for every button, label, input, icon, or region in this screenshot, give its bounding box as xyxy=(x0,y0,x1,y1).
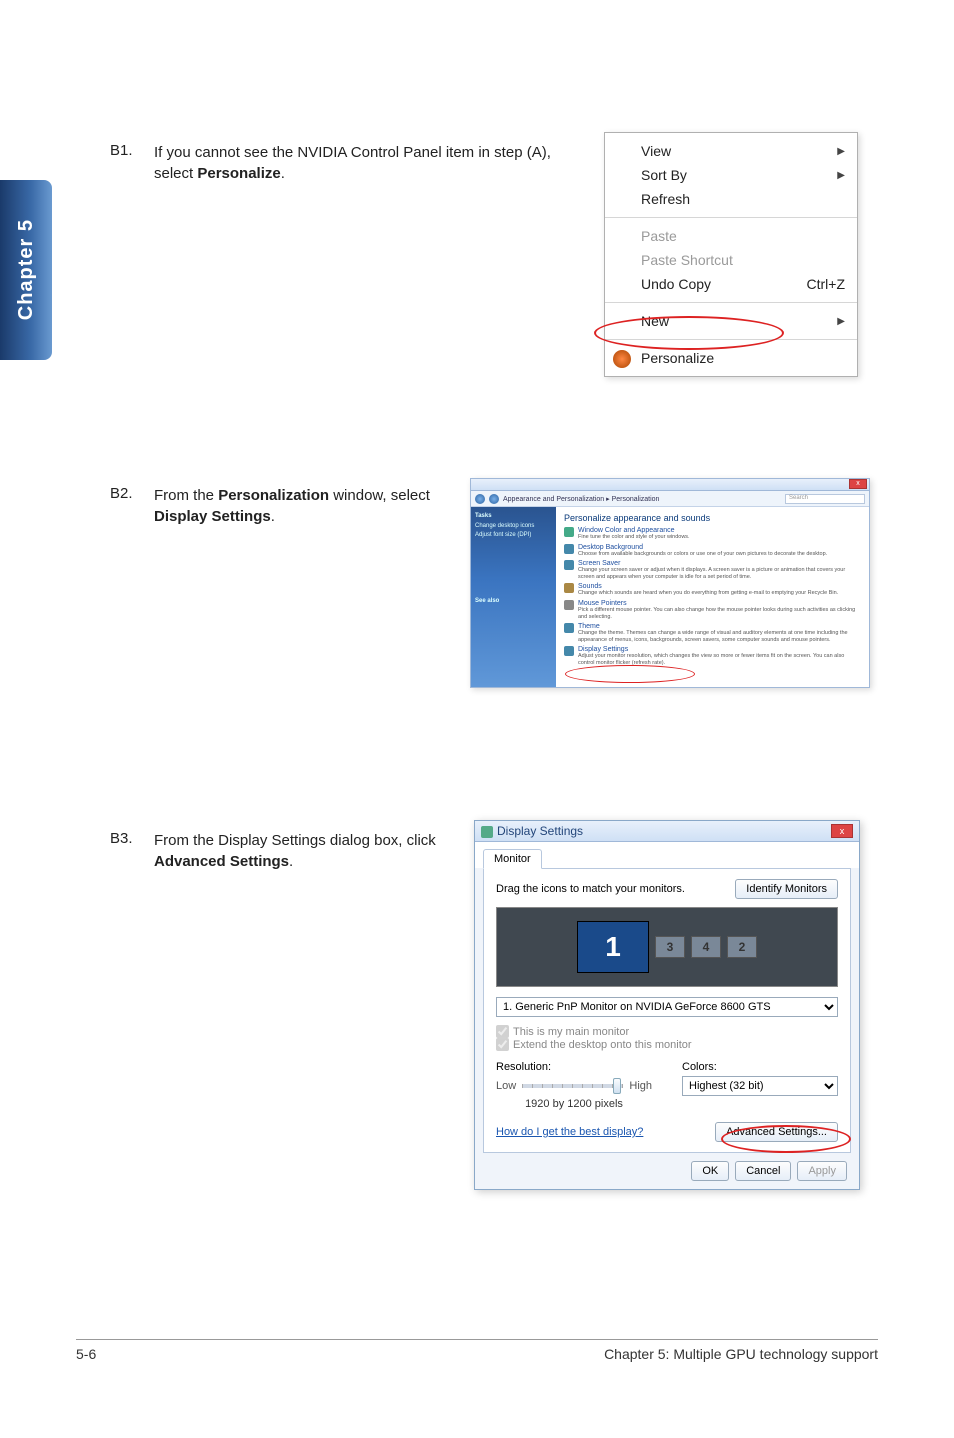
theme-icon xyxy=(564,623,574,633)
item-sounds[interactable]: SoundsChange which sounds are heard when… xyxy=(564,583,861,597)
page-footer: 5-6 Chapter 5: Multiple GPU technology s… xyxy=(76,1339,878,1362)
step-b2: B2. From the Personalization window, sel… xyxy=(110,485,474,527)
search-input[interactable]: Search xyxy=(785,494,865,504)
step-b3-text: From the Display Settings dialog box, cl… xyxy=(154,830,474,872)
sidebar-link-desktop-icons[interactable]: Change desktop icons xyxy=(475,523,552,529)
step-b1-number: B1. xyxy=(110,142,154,184)
display-settings-dialog: Display Settings x Monitor Drag the icon… xyxy=(474,820,860,1190)
menu-paste-shortcut: Paste Shortcut xyxy=(605,248,857,272)
monitor-panel: Drag the icons to match your monitors. I… xyxy=(483,868,851,1153)
item-desktop-background[interactable]: Desktop BackgroundChoose from available … xyxy=(564,544,861,558)
tab-bar: Monitor xyxy=(475,842,859,868)
address-bar: Appearance and Personalization ▸ Persona… xyxy=(471,491,869,507)
menu-undo-copy[interactable]: Undo CopyCtrl+Z xyxy=(605,272,857,296)
monitor-preview[interactable]: 1 3 4 2 xyxy=(496,907,838,987)
personalization-window: x Appearance and Personalization ▸ Perso… xyxy=(470,478,870,688)
resolution-value: 1920 by 1200 pixels xyxy=(496,1098,652,1110)
step-b1: B1. If you cannot see the NVIDIA Control… xyxy=(110,142,574,184)
apply-button: Apply xyxy=(797,1161,847,1181)
nav-back-icon[interactable] xyxy=(475,494,485,504)
slider-low-label: Low xyxy=(496,1080,516,1092)
colors-label: Colors: xyxy=(682,1061,838,1073)
monitor-1[interactable]: 1 xyxy=(577,921,649,973)
item-mouse-pointers[interactable]: Mouse PointersPick a different mouse poi… xyxy=(564,600,861,620)
desktop-background-icon xyxy=(564,544,574,554)
sounds-icon xyxy=(564,583,574,593)
page-chapter-title: Chapter 5: Multiple GPU technology suppo… xyxy=(604,1346,878,1362)
sidebar-link-font-size[interactable]: Adjust font size (DPI) xyxy=(475,532,552,538)
menu-personalize[interactable]: Personalize xyxy=(605,346,857,370)
dialog-title: Display Settings xyxy=(497,824,583,838)
colors-select[interactable]: Highest (32 bit) xyxy=(682,1076,838,1096)
cancel-button[interactable]: Cancel xyxy=(735,1161,791,1181)
step-b1-text: If you cannot see the NVIDIA Control Pan… xyxy=(154,142,574,184)
monitor-3[interactable]: 3 xyxy=(655,936,685,958)
sidebar-see-also: See also xyxy=(475,598,552,604)
monitor-2[interactable]: 2 xyxy=(727,936,757,958)
checkbox-main-monitor-input xyxy=(496,1025,509,1038)
monitor-select[interactable]: 1. Generic PnP Monitor on NVIDIA GeForce… xyxy=(496,997,838,1017)
menu-shortcut: Ctrl+Z xyxy=(807,276,846,292)
resolution-label: Resolution: xyxy=(496,1061,652,1073)
advanced-settings-button[interactable]: Advanced Settings... xyxy=(715,1122,838,1142)
personalization-content: Personalize appearance and sounds Window… xyxy=(556,507,869,687)
chapter-tab-label: Chapter 5 xyxy=(15,219,38,320)
chapter-tab: Chapter 5 xyxy=(0,180,52,360)
submenu-arrow-icon: ▶ xyxy=(837,170,845,181)
step-b3: B3. From the Display Settings dialog box… xyxy=(110,830,474,872)
resolution-slider[interactable]: Low High xyxy=(496,1076,652,1096)
checkbox-extend-desktop: Extend the desktop onto this monitor xyxy=(496,1038,838,1051)
display-settings-title-icon xyxy=(481,826,493,838)
checkbox-main-monitor: This is my main monitor xyxy=(496,1025,838,1038)
item-screen-saver[interactable]: Screen SaverChange your screen saver or … xyxy=(564,560,861,580)
item-theme[interactable]: ThemeChange the theme. Themes can change… xyxy=(564,623,861,643)
menu-new[interactable]: New▶ xyxy=(605,309,857,333)
screen-saver-icon xyxy=(564,560,574,570)
dialog-titlebar: Display Settings x xyxy=(475,821,859,842)
close-button[interactable]: x xyxy=(849,479,867,489)
slider-thumb[interactable] xyxy=(613,1078,621,1094)
step-b2-number: B2. xyxy=(110,485,154,527)
step-b3-number: B3. xyxy=(110,830,154,872)
submenu-arrow-icon: ▶ xyxy=(837,146,845,157)
sidebar-heading: Tasks xyxy=(475,513,552,519)
content-header: Personalize appearance and sounds xyxy=(564,513,861,523)
menu-paste: Paste xyxy=(605,224,857,248)
submenu-arrow-icon: ▶ xyxy=(837,316,845,327)
tab-monitor[interactable]: Monitor xyxy=(483,849,542,869)
close-button[interactable]: x xyxy=(831,824,853,838)
menu-refresh[interactable]: Refresh xyxy=(605,187,857,211)
personalize-icon xyxy=(613,350,631,368)
monitor-4[interactable]: 4 xyxy=(691,936,721,958)
ok-button[interactable]: OK xyxy=(691,1161,729,1181)
help-link[interactable]: How do I get the best display? xyxy=(496,1126,643,1138)
mouse-pointers-icon xyxy=(564,600,574,610)
window-color-icon xyxy=(564,527,574,537)
drag-instruction: Drag the icons to match your monitors. xyxy=(496,883,685,895)
slider-high-label: High xyxy=(629,1080,652,1092)
desktop-context-menu: View▶ Sort By▶ Refresh Paste Paste Short… xyxy=(604,132,858,377)
item-window-color[interactable]: Window Color and AppearanceFine tune the… xyxy=(564,527,861,541)
window-titlebar: x xyxy=(471,479,869,491)
menu-view[interactable]: View▶ xyxy=(605,139,857,163)
display-settings-icon xyxy=(564,646,574,656)
page-number: 5-6 xyxy=(76,1346,96,1362)
item-display-settings[interactable]: Display SettingsAdjust your monitor reso… xyxy=(564,646,861,666)
checkbox-extend-desktop-input xyxy=(496,1038,509,1051)
menu-sort-by[interactable]: Sort By▶ xyxy=(605,163,857,187)
tasks-sidebar: Tasks Change desktop icons Adjust font s… xyxy=(471,507,556,687)
step-b2-text: From the Personalization window, select … xyxy=(154,485,474,527)
identify-monitors-button[interactable]: Identify Monitors xyxy=(735,879,838,899)
nav-forward-icon[interactable] xyxy=(489,494,499,504)
breadcrumb[interactable]: Appearance and Personalization ▸ Persona… xyxy=(503,495,659,503)
